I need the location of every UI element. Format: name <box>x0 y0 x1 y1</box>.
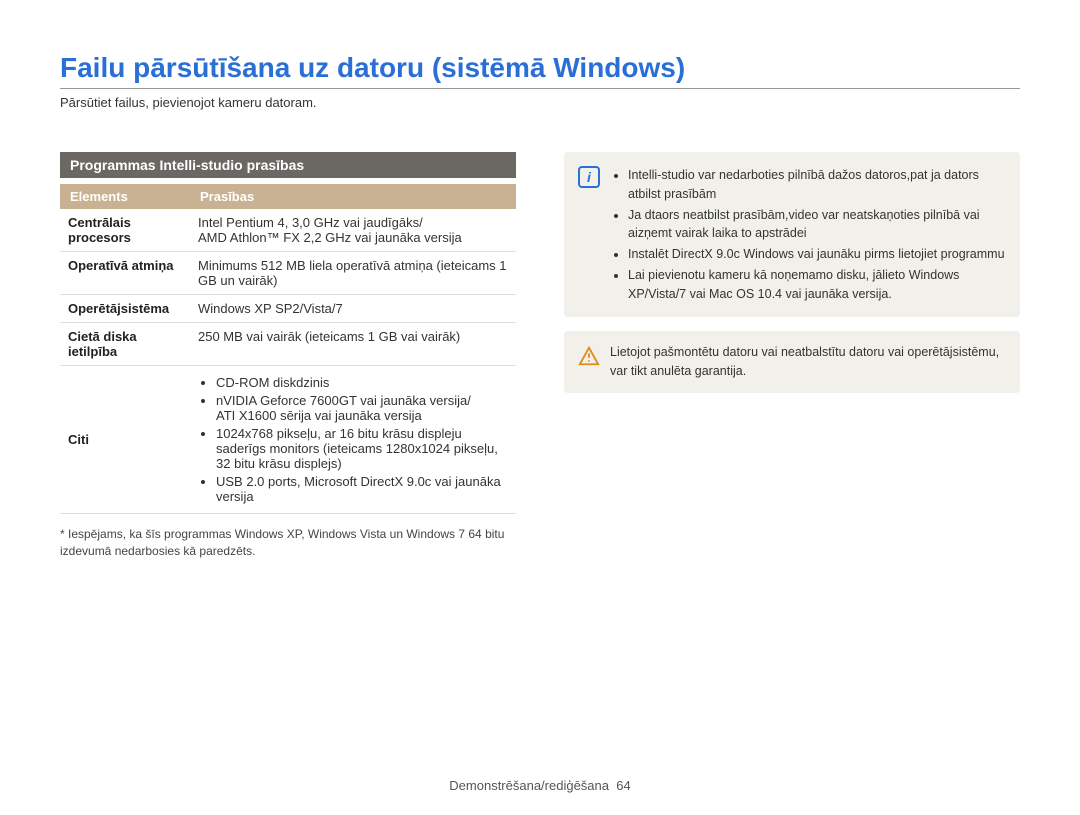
row-key: Operētājsistēma <box>60 295 190 323</box>
row-value: CD-ROM diskdzinis nVIDIA Geforce 7600GT … <box>190 366 516 514</box>
page-subtitle: Pārsūtiet failus, pievienojot kameru dat… <box>60 95 1020 110</box>
list-item: 1024x768 pikseļu, ar 16 bitu krāsu displ… <box>216 426 508 471</box>
list-item: USB 2.0 ports, Microsoft DirectX 9.0c va… <box>216 474 508 504</box>
table-row: Citi CD-ROM diskdzinis nVIDIA Geforce 76… <box>60 366 516 514</box>
table-row: Cietā diska ietilpība 250 MB vai vairāk … <box>60 323 516 366</box>
footer-section: Demonstrēšana/rediģēšana <box>449 778 609 793</box>
other-list: CD-ROM diskdzinis nVIDIA Geforce 7600GT … <box>198 375 508 504</box>
info-callout: i Intelli-studio var nedarboties pilnībā… <box>564 152 1020 317</box>
content-columns: Programmas Intelli-studio prasības Eleme… <box>60 152 1020 560</box>
page-footer: Demonstrēšana/rediģēšana 64 <box>0 778 1080 793</box>
left-column: Programmas Intelli-studio prasības Eleme… <box>60 152 516 560</box>
list-item: Lai pievienotu kameru kā noņemamo disku,… <box>628 266 1006 304</box>
right-column: i Intelli-studio var nedarboties pilnībā… <box>564 152 1020 560</box>
row-value: Windows XP SP2/Vista/7 <box>190 295 516 323</box>
row-value: Minimums 512 MB liela operatīvā atmiņa (… <box>190 252 516 295</box>
table-row: Operētājsistēma Windows XP SP2/Vista/7 <box>60 295 516 323</box>
list-item: nVIDIA Geforce 7600GT vai jaunāka versij… <box>216 393 508 423</box>
row-value: Intel Pentium 4, 3,0 GHz vai jaudīgāks/ … <box>190 209 516 252</box>
list-item: CD-ROM diskdzinis <box>216 375 508 390</box>
row-value: 250 MB vai vairāk (ieteicams 1 GB vai va… <box>190 323 516 366</box>
list-item: Instalēt DirectX 9.0c Windows vai jaunāk… <box>628 245 1006 264</box>
table-row: Centrālais procesors Intel Pentium 4, 3,… <box>60 209 516 252</box>
page-title: Failu pārsūtīšana uz datoru (sistēmā Win… <box>60 52 1020 88</box>
section-heading: Programmas Intelli-studio prasības <box>60 152 516 178</box>
row-key: Cietā diska ietilpība <box>60 323 190 366</box>
footnote: * Iespējams, ka šīs programmas Windows X… <box>60 526 516 560</box>
table-row: Operatīvā atmiņa Minimums 512 MB liela o… <box>60 252 516 295</box>
list-item: Ja dtaors neatbilst prasībām,video var n… <box>628 206 1006 244</box>
row-key: Centrālais procesors <box>60 209 190 252</box>
info-icon: i <box>578 166 600 188</box>
list-item: Intelli-studio var nedarboties pilnībā d… <box>628 166 1006 204</box>
title-rule <box>60 88 1020 89</box>
footer-page: 64 <box>616 778 630 793</box>
row-key: Citi <box>60 366 190 514</box>
info-list: Intelli-studio var nedarboties pilnībā d… <box>610 164 1006 305</box>
warning-callout: Lietojot pašmontētu datoru vai neatbalst… <box>564 331 1020 393</box>
row-key: Operatīvā atmiņa <box>60 252 190 295</box>
warning-icon <box>578 345 600 367</box>
requirements-table: Elements Prasības Centrālais procesors I… <box>60 184 516 514</box>
warning-text: Lietojot pašmontētu datoru vai neatbalst… <box>610 343 1006 381</box>
th-requirement: Prasības <box>190 184 516 209</box>
th-element: Elements <box>60 184 190 209</box>
